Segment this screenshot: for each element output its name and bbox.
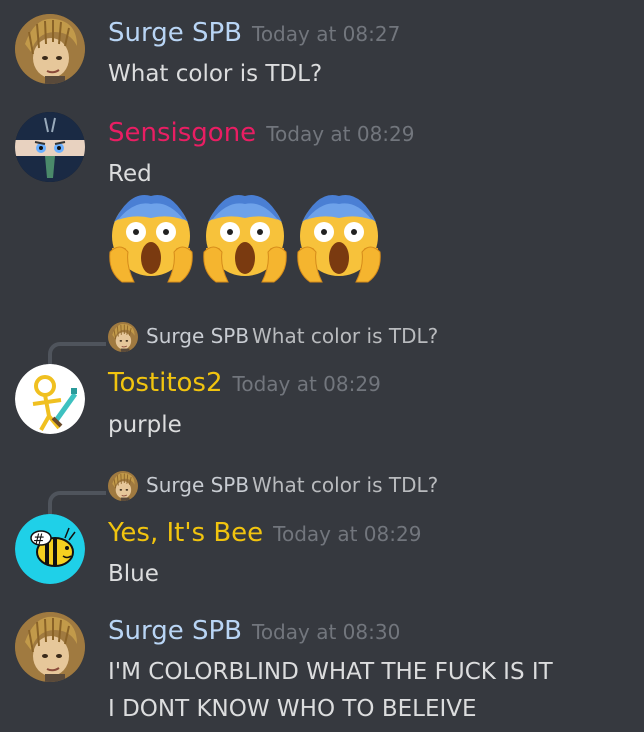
user-avatar-surge[interactable] [15, 612, 85, 682]
message-header: Tostitos2 Today at 08:29 [108, 368, 381, 399]
author-name[interactable]: Yes, It's Bee [108, 518, 263, 548]
face-screaming-in-fear-icon [202, 192, 288, 284]
reply-author[interactable]: Surge SPB [146, 324, 249, 348]
svg-text:#: # [33, 532, 45, 548]
author-name[interactable]: Tostitos2 [108, 368, 223, 398]
message-header: Yes, It's Bee Today at 08:29 [108, 518, 421, 549]
user-avatar-tostitos2[interactable] [15, 364, 85, 434]
reply-avatar [108, 322, 138, 352]
message-header: Surge SPB Today at 08:27 [108, 18, 400, 49]
message-text: What color is TDL? [108, 61, 323, 87]
message-header: Sensisgone Today at 08:29 [108, 118, 414, 149]
message-text-line-2: I DONT KNOW WHO TO BELEIVE [108, 696, 477, 722]
author-name[interactable]: Sensisgone [108, 118, 256, 148]
timestamp: Today at 08:29 [266, 122, 415, 146]
face-screaming-in-fear-icon [296, 192, 382, 284]
author-name[interactable]: Surge SPB [108, 18, 242, 48]
timestamp: Today at 08:27 [252, 22, 401, 46]
reply-text[interactable]: What color is TDL? [252, 324, 438, 348]
reply-avatar [108, 471, 138, 501]
message-text: Red [108, 161, 152, 187]
message-text: purple [108, 412, 182, 438]
emoji-row [108, 192, 390, 284]
timestamp: Today at 08:29 [273, 522, 422, 546]
reply-text[interactable]: What color is TDL? [252, 473, 438, 497]
reply-reference[interactable]: Surge SPB What color is TDL? [48, 322, 644, 368]
reply-reference[interactable]: Surge SPB What color is TDL? [48, 471, 644, 517]
reply-spine [48, 491, 106, 517]
reply-author[interactable]: Surge SPB [146, 473, 249, 497]
message-text: Blue [108, 561, 159, 587]
author-name[interactable]: Surge SPB [108, 616, 242, 646]
face-screaming-in-fear-icon [108, 192, 194, 284]
user-avatar-bee[interactable]: # [15, 514, 85, 584]
user-avatar-surge[interactable] [15, 14, 85, 84]
timestamp: Today at 08:30 [252, 620, 401, 644]
message-text-line-1: I'M COLORBLIND WHAT THE FUCK IS IT [108, 659, 553, 685]
message-header: Surge SPB Today at 08:30 [108, 616, 400, 647]
user-avatar-sensisgone[interactable] [15, 112, 85, 182]
timestamp: Today at 08:29 [232, 372, 381, 396]
